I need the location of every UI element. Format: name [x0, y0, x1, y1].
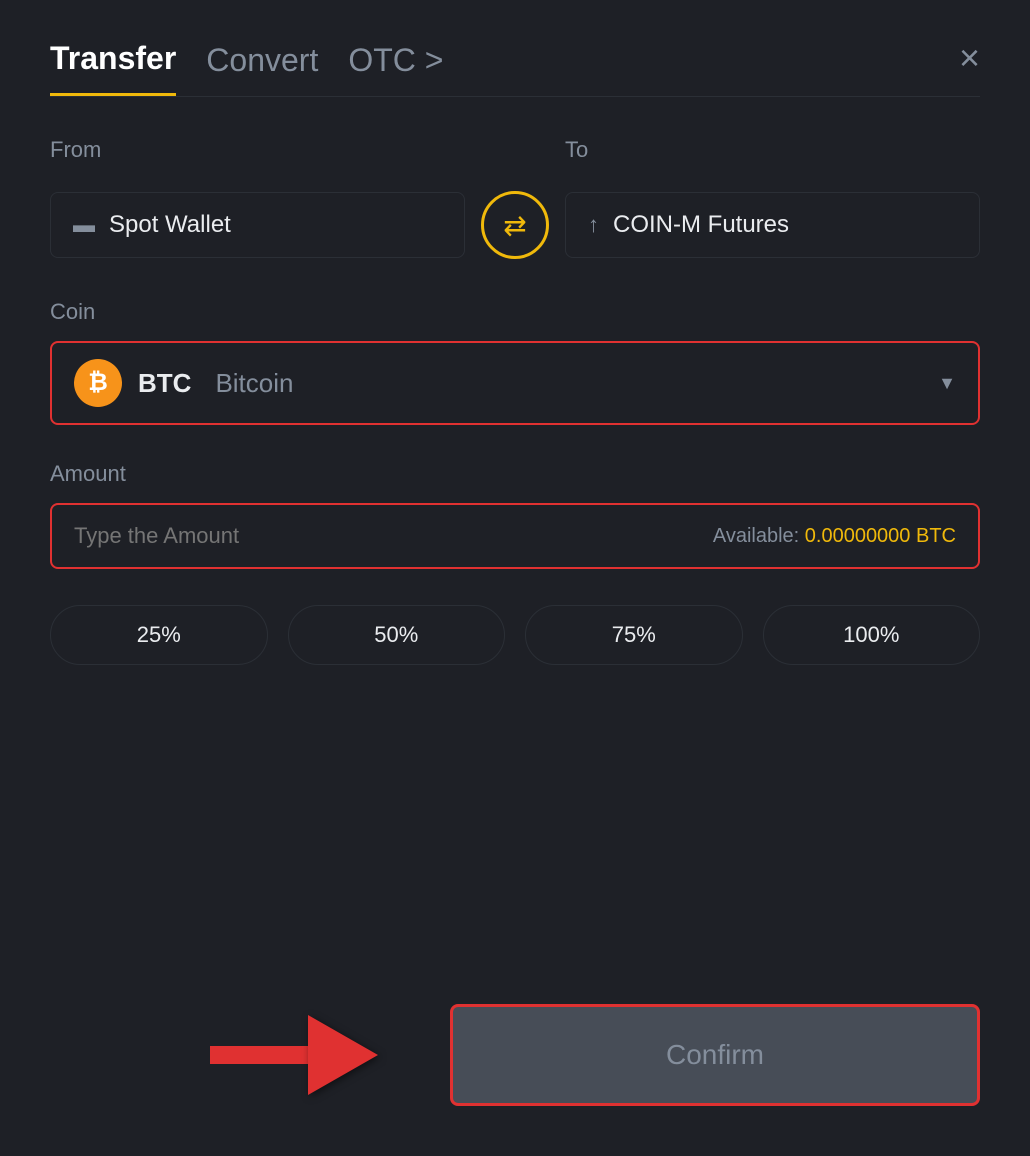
- amount-input[interactable]: [74, 523, 713, 549]
- to-label: To: [565, 137, 980, 163]
- from-label: From: [50, 137, 465, 163]
- coin-name: Bitcoin: [215, 368, 293, 399]
- confirm-button[interactable]: Confirm: [450, 1004, 980, 1106]
- to-wallet-name: COIN-M Futures: [613, 211, 789, 239]
- from-to-labels: From To: [50, 137, 980, 179]
- spot-wallet-icon: ▬: [73, 212, 95, 238]
- coin-symbol: BTC: [138, 368, 191, 399]
- transfer-modal: Transfer Convert OTC > × From To ▬ Spot …: [0, 0, 1030, 1156]
- amount-section: Amount Available: 0.00000000 BTC: [50, 461, 980, 569]
- futures-wallet-icon: ↑: [588, 212, 599, 238]
- amount-label: Amount: [50, 461, 980, 487]
- from-wallet-name: Spot Wallet: [109, 211, 231, 239]
- tab-convert[interactable]: Convert: [206, 42, 318, 95]
- coin-section: Coin ₿ BTC Bitcoin ▼: [50, 299, 980, 425]
- tab-otc[interactable]: OTC >: [348, 42, 443, 95]
- arrow-head: [308, 1015, 378, 1095]
- tab-transfer[interactable]: Transfer: [50, 40, 176, 96]
- percent-25-button[interactable]: 25%: [50, 605, 268, 665]
- arrow-shaft: [210, 1046, 310, 1064]
- amount-box: Available: 0.00000000 BTC: [50, 503, 980, 569]
- header-divider: [50, 96, 980, 97]
- btc-icon: ₿: [74, 359, 122, 407]
- from-wallet-selector[interactable]: ▬ Spot Wallet: [50, 192, 465, 258]
- swap-button[interactable]: ⇄: [481, 191, 549, 259]
- bottom-row: Confirm: [50, 1004, 980, 1106]
- percent-50-button[interactable]: 50%: [288, 605, 506, 665]
- coin-selector[interactable]: ₿ BTC Bitcoin ▼: [50, 341, 980, 425]
- percent-75-button[interactable]: 75%: [525, 605, 743, 665]
- close-button[interactable]: ×: [959, 40, 980, 92]
- btc-symbol: ₿: [88, 369, 108, 397]
- percent-row: 25% 50% 75% 100%: [50, 605, 980, 665]
- available-label: Available:: [713, 525, 799, 547]
- arrow-indicator: [210, 1015, 378, 1095]
- chevron-down-icon: ▼: [938, 373, 956, 394]
- percent-100-button[interactable]: 100%: [763, 605, 981, 665]
- swap-icon: ⇄: [503, 209, 526, 242]
- available-display: Available: 0.00000000 BTC: [713, 525, 956, 548]
- to-wallet-selector[interactable]: ↑ COIN-M Futures: [565, 192, 980, 258]
- modal-header: Transfer Convert OTC > ×: [50, 40, 980, 96]
- coin-label: Coin: [50, 299, 980, 325]
- from-to-row: ▬ Spot Wallet ⇄ ↑ COIN-M Futures: [50, 191, 980, 259]
- available-value: 0.00000000 BTC: [805, 525, 956, 547]
- coin-left: ₿ BTC Bitcoin: [74, 359, 293, 407]
